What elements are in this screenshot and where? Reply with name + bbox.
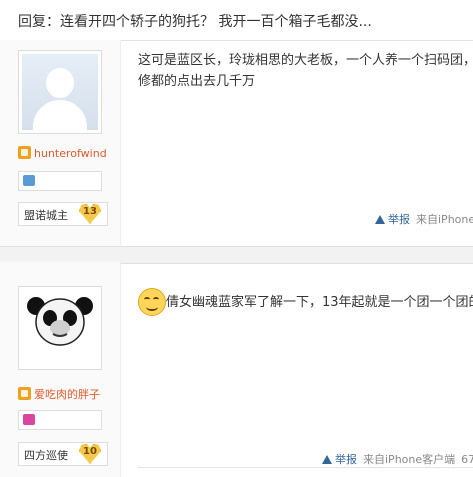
user-level-icon [18,387,31,400]
post-source: 来自iPhone客户端 [363,453,456,466]
medal-box [18,171,102,191]
post-source: 来自iPhone [416,213,473,226]
medal-icon[interactable] [23,414,35,425]
rank-title: 四方巡使 [24,449,68,462]
level-number: 10 [83,446,97,457]
rank-box: 盟诺城主 13 [18,202,108,226]
post-content: 倩女幽魂蓝家军了解一下，13年起就是一个团一个团的 [166,292,473,313]
post: hunterofwind 盟诺城主 13 这可是蓝区长，玲珑相思的大老板，一个人… [0,40,473,246]
warning-icon [375,215,385,224]
panda-meme-avatar-icon [22,290,98,366]
thread-title-bar: 回复：连看开四个轿子的狗托？ 我开一百个箱子毛都没... [0,0,473,41]
thread-title[interactable]: 回复：连看开四个轿子的狗托？ 我开一百个箱子毛都没... [18,11,372,31]
report-button[interactable]: 举报 [335,453,357,466]
username-link[interactable]: hunterofwind [34,147,107,160]
avatar[interactable] [18,50,102,134]
medal-icon[interactable] [23,175,35,186]
rank-box: 四方巡使 10 [18,442,108,466]
user-level-icon [18,146,31,159]
default-avatar-icon [22,54,98,130]
medal-box [18,410,102,430]
post-meta: 举报 来自iPhone [375,211,473,227]
post-meta: 举报 来自iPhone客户端 67 [322,451,473,467]
laughing-emoji-icon [138,288,166,316]
post-footer-divider [138,467,473,468]
content-line: 这可是蓝区长，玲珑相思的大老板，一个人养一个扫码团，一 [138,53,473,68]
author-sidebar: hunterofwind 盟诺城主 13 [0,40,121,246]
author-row: 爱吃肉的胖子 [18,386,100,402]
content-line: 倩女幽魂蓝家军了解一下，13年起就是一个团一个团的 [166,295,473,310]
report-button[interactable]: 举报 [388,213,410,226]
author-sidebar: 爱吃肉的胖子 四方巡使 10 [0,262,121,477]
rank-title: 盟诺城主 [24,209,68,222]
author-row: hunterofwind [18,146,107,162]
post: 爱吃肉的胖子 四方巡使 10 倩女幽魂蓝家军了解一下，13年起就是一个团一个团的… [0,262,473,477]
avatar[interactable] [18,286,102,370]
post-content: 这可是蓝区长，玲珑相思的大老板，一个人养一个扫码团，一 修都的点出去几千万 [138,50,473,92]
username-link[interactable]: 爱吃肉的胖子 [34,388,100,401]
content-line: 修都的点出去几千万 [138,74,256,89]
warning-icon [322,455,332,464]
post-extra-meta: 67 [461,453,473,466]
level-number: 13 [83,206,97,217]
